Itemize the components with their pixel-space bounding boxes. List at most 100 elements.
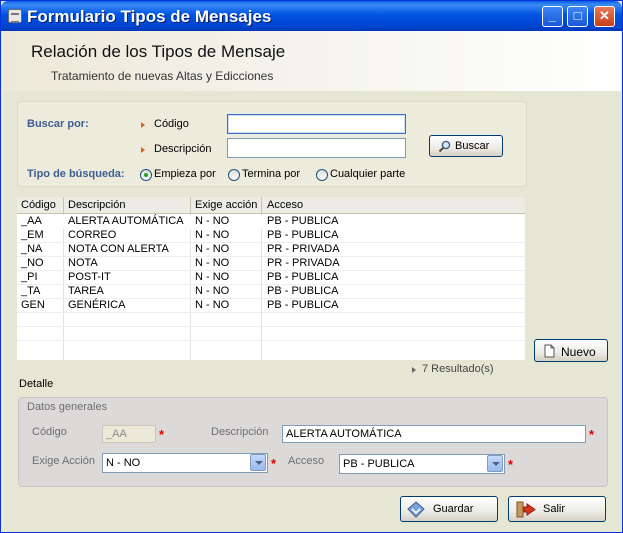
cell-descripcion: POST-IT — [68, 271, 111, 283]
cell-codigo: _AA — [21, 215, 42, 227]
required-mark: * — [159, 427, 165, 442]
minimize-button[interactable]: _ — [542, 6, 563, 27]
cell-descripcion: NOTA CON ALERTA — [68, 243, 169, 255]
salir-button[interactable]: Salir — [508, 496, 606, 522]
search-panel: Buscar por: Código Descripción Buscar Ti… — [17, 101, 527, 187]
acceso-value: PB - PUBLICA — [343, 458, 415, 470]
cell-codigo: _TA — [21, 285, 41, 297]
radio-empieza-por[interactable] — [140, 169, 152, 181]
radio-empieza-por-label[interactable]: Empieza por — [154, 168, 216, 180]
table-row[interactable]: _PI POST-IT N - NO PB - PUBLICA — [17, 271, 525, 285]
table-row[interactable]: GEN GENÉRICA N - NO PB - PUBLICA — [17, 299, 525, 313]
main-content: Buscar por: Código Descripción Buscar Ti… — [4, 91, 621, 531]
cell-acceso: PR - PRIVADA — [267, 257, 340, 269]
column-header-codigo[interactable]: Código — [21, 199, 56, 211]
cell-exige: N - NO — [195, 299, 230, 311]
descripcion-search-input[interactable] — [227, 138, 406, 158]
buscar-button-label: Buscar — [455, 140, 490, 152]
detalle-descripcion-label: Descripción — [211, 426, 269, 438]
magnifier-icon — [438, 140, 451, 153]
new-document-icon — [544, 344, 555, 358]
cell-exige: N - NO — [195, 257, 230, 269]
table-row[interactable]: _EM CORREO N - NO PB - PUBLICA — [17, 229, 525, 243]
salir-button-label: Salir — [543, 503, 566, 515]
guardar-button-label: Guardar — [433, 503, 474, 515]
app-icon — [8, 9, 22, 23]
buscar-por-label: Buscar por: — [27, 118, 89, 130]
title-bar[interactable]: Formulario Tipos de Mensajes _ □ ✕ — [1, 1, 622, 31]
exige-accion-value: N - NO — [106, 457, 141, 469]
cell-codigo: _PI — [21, 271, 38, 283]
exit-icon — [516, 501, 536, 518]
header-banner: Relación de los Tipos de Mensaje Tratami… — [4, 31, 621, 91]
acceso-select[interactable]: PB - PUBLICA — [339, 454, 505, 474]
guardar-button[interactable]: Guardar — [400, 496, 498, 522]
column-header-descripcion[interactable]: Descripción — [68, 199, 125, 211]
nuevo-button-label: Nuevo — [561, 345, 596, 359]
chevron-down-icon[interactable] — [250, 454, 266, 471]
buscar-button[interactable]: Buscar — [429, 135, 503, 157]
detalle-exige-accion-label: Exige Acción — [32, 455, 95, 467]
cell-codigo: GEN — [21, 299, 45, 311]
table-row[interactable]: _NO NOTA N - NO PR - PRIVADA — [17, 257, 525, 271]
codigo-search-input[interactable] — [227, 114, 406, 134]
datos-generales-panel: Datos generales Código _AA * Descripción… — [18, 397, 608, 487]
cell-exige: N - NO — [195, 285, 230, 297]
cell-acceso: PB - PUBLICA — [267, 215, 339, 227]
window-title: Formulario Tipos de Mensajes — [27, 7, 272, 26]
exige-accion-select[interactable]: N - NO — [102, 453, 268, 473]
maximize-button[interactable]: □ — [567, 6, 588, 27]
results-table[interactable]: Código Descripción Exige acción Acceso _ — [17, 197, 525, 360]
cell-exige: N - NO — [195, 243, 230, 255]
cell-descripcion: TAREA — [68, 285, 104, 297]
cell-acceso: PB - PUBLICA — [267, 299, 339, 311]
cell-exige: N - NO — [195, 215, 230, 227]
detalle-codigo-field: _AA — [102, 425, 156, 443]
cell-descripcion: CORREO — [68, 229, 117, 241]
required-mark: * — [508, 457, 514, 472]
page-subtitle: Tratamiento de nuevas Altas y Edicciones — [51, 69, 274, 83]
cell-exige: N - NO — [195, 229, 230, 241]
detalle-codigo-label: Código — [32, 426, 67, 438]
radio-termina-por[interactable] — [228, 169, 240, 181]
detalle-acceso-label: Acceso — [288, 455, 325, 467]
cell-exige: N - NO — [195, 271, 230, 283]
cell-codigo: _NA — [21, 243, 43, 255]
required-mark: * — [271, 456, 277, 471]
cell-descripcion: GENÉRICA — [68, 299, 126, 311]
nuevo-button[interactable]: Nuevo — [534, 339, 608, 362]
cell-codigo: _EM — [21, 229, 44, 241]
table-row[interactable]: _NA NOTA CON ALERTA N - NO PR - PRIVADA — [17, 243, 525, 257]
save-icon — [407, 501, 425, 518]
cell-acceso: PB - PUBLICA — [267, 229, 339, 241]
radio-cualquier-parte[interactable] — [316, 169, 328, 181]
arrow-icon — [141, 147, 145, 153]
cell-descripcion: NOTA — [68, 257, 98, 269]
cell-acceso: PB - PUBLICA — [267, 285, 339, 297]
close-button[interactable]: ✕ — [594, 6, 615, 27]
datos-generales-label: Datos generales — [27, 401, 108, 413]
codigo-label: Código — [154, 118, 189, 130]
required-mark: * — [589, 427, 595, 442]
table-row[interactable]: _TA TAREA N - NO PB - PUBLICA — [17, 285, 525, 299]
cell-descripcion: ALERTA AUTOMÁTICA — [68, 215, 184, 227]
page-title: Relación de los Tipos de Mensaje — [31, 42, 286, 61]
detalle-label: Detalle — [19, 378, 54, 390]
radio-termina-por-label[interactable]: Termina por — [242, 168, 300, 180]
descripcion-label: Descripción — [154, 143, 212, 155]
arrow-icon — [412, 367, 416, 373]
results-count: 7 Resultado(s) — [422, 363, 494, 375]
radio-cualquier-parte-label[interactable]: Cualquier parte — [330, 168, 405, 180]
app-window: Formulario Tipos de Mensajes _ □ ✕ Relac… — [0, 0, 623, 533]
chevron-down-icon[interactable] — [487, 455, 503, 472]
table-row[interactable]: _AA ALERTA AUTOMÁTICA N - NO PB - PUBLIC… — [17, 215, 525, 229]
detalle-descripcion-field[interactable]: ALERTA AUTOMÁTICA — [282, 425, 586, 443]
column-header-acceso[interactable]: Acceso — [267, 199, 303, 211]
cell-codigo: _NO — [21, 257, 44, 269]
cell-acceso: PB - PUBLICA — [267, 271, 339, 283]
column-header-exige-accion[interactable]: Exige acción — [195, 199, 257, 211]
arrow-icon — [141, 122, 145, 128]
tipo-busqueda-label: Tipo de búsqueda: — [27, 168, 125, 180]
table-header: Código Descripción Exige acción Acceso — [17, 197, 525, 214]
cell-acceso: PR - PRIVADA — [267, 243, 340, 255]
